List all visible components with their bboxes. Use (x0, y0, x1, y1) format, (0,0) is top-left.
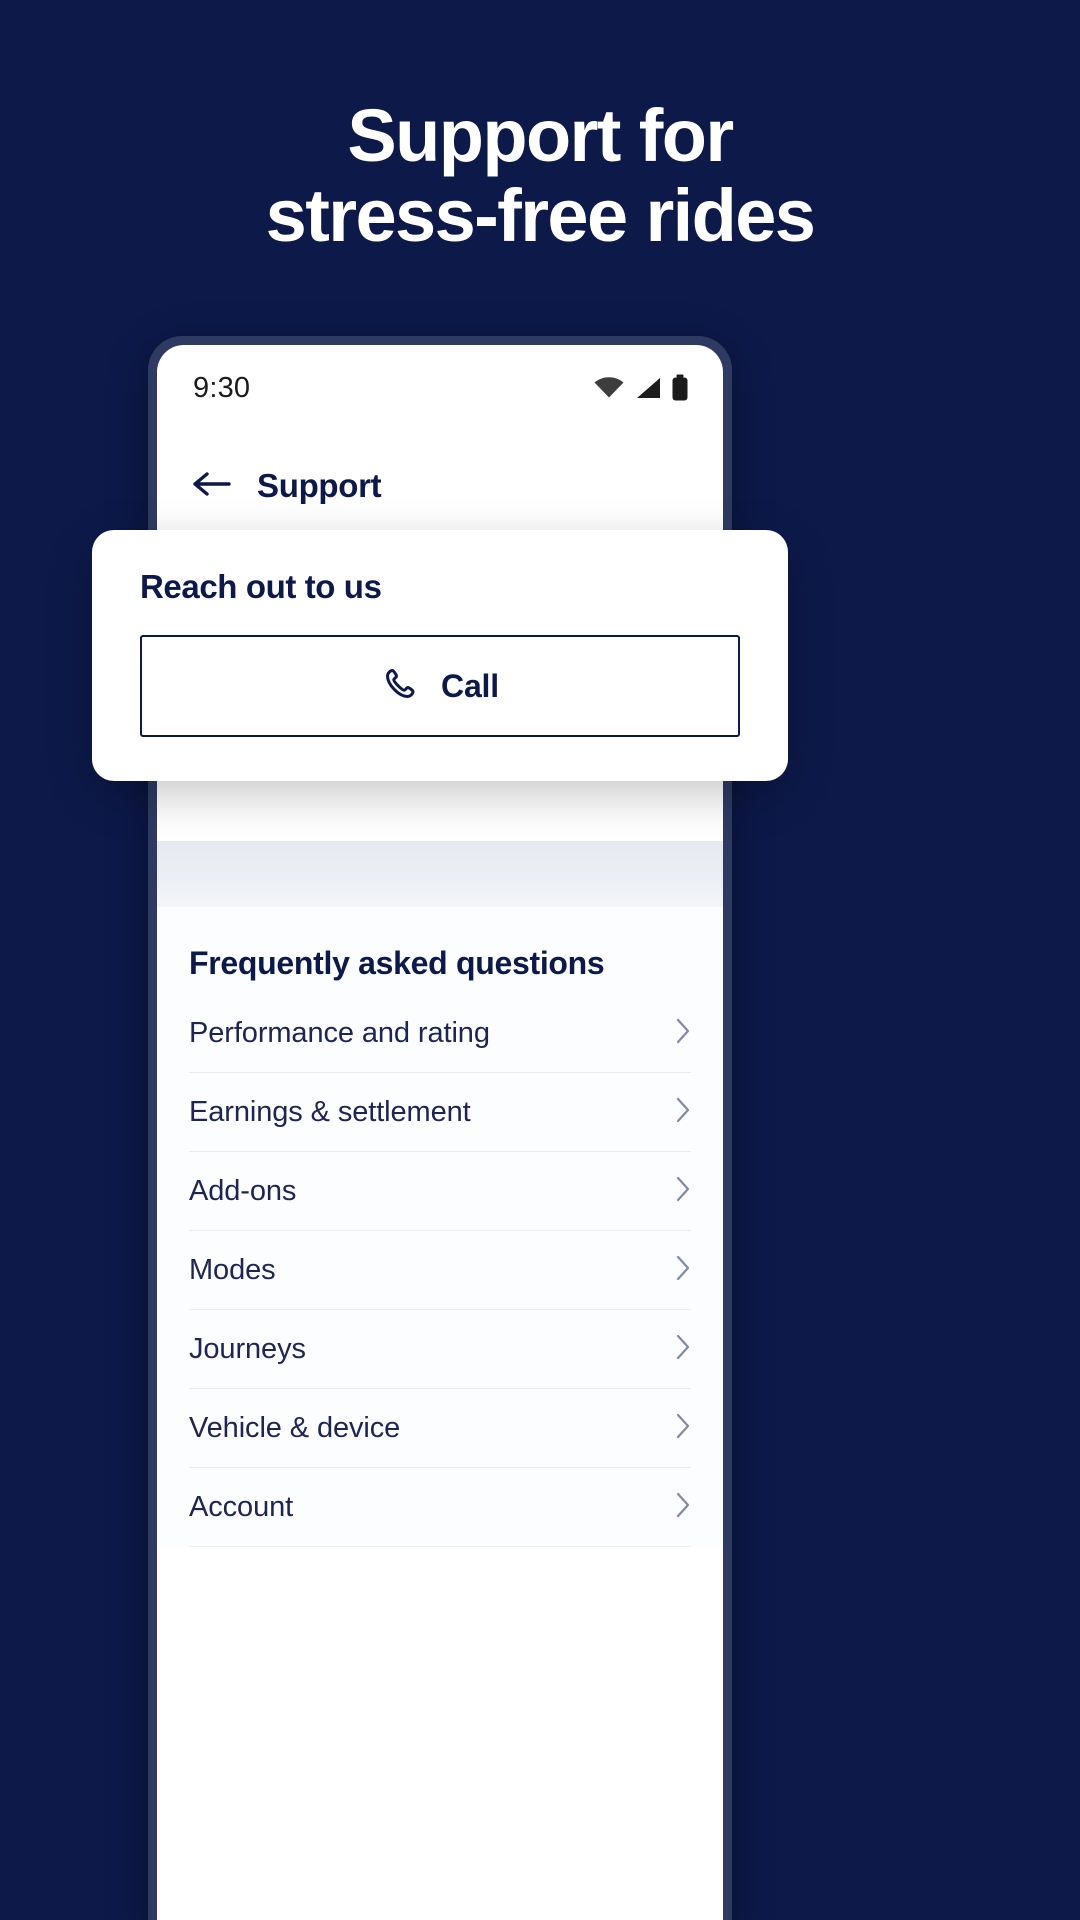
chevron-right-icon (675, 1412, 691, 1445)
cellular-signal-icon (634, 376, 662, 400)
chevron-right-icon (675, 1333, 691, 1366)
faq-item-label: Account (189, 1490, 294, 1523)
faq-list: Performance and rating Earnings & settle… (157, 994, 723, 1547)
app-bar-title: Support (257, 467, 382, 504)
call-button-label: Call (441, 667, 499, 704)
chevron-right-icon (675, 1491, 691, 1524)
faq-item-label: Earnings & settlement (189, 1095, 471, 1128)
faq-item-label: Performance and rating (189, 1016, 490, 1049)
status-bar: 9:30 (157, 345, 723, 431)
phone-icon (381, 665, 419, 708)
faq-title: Frequently asked questions (189, 945, 605, 981)
headline-line-2: stress-free rides (265, 173, 816, 257)
faq-item-add-ons[interactable]: Add-ons (189, 1152, 691, 1231)
status-icons (593, 374, 689, 402)
faq-item-vehicle-and-device[interactable]: Vehicle & device (189, 1389, 691, 1468)
promo-headline: Support for stress-free rides (0, 96, 1080, 256)
call-button[interactable]: Call (140, 635, 740, 737)
faq-item-label: Add-ons (189, 1174, 297, 1207)
promo-screen: Support for stress-free rides 9:30 Suppo… (0, 0, 1080, 1920)
faq-item-earnings-and-settlement[interactable]: Earnings & settlement (189, 1073, 691, 1152)
reach-out-title: Reach out to us (140, 568, 382, 605)
faq-item-label: Modes (189, 1253, 276, 1286)
faq-item-label: Vehicle & device (189, 1411, 401, 1444)
app-bar: Support (157, 431, 723, 541)
faq-item-performance-and-rating[interactable]: Performance and rating (189, 994, 691, 1073)
chevron-right-icon (675, 1017, 691, 1050)
chevron-right-icon (675, 1175, 691, 1208)
chevron-right-icon (675, 1254, 691, 1287)
wifi-icon (593, 376, 625, 400)
battery-icon (671, 374, 689, 402)
back-arrow-icon[interactable] (191, 468, 231, 505)
headline-line-1: Support for (347, 94, 734, 177)
faq-item-modes[interactable]: Modes (189, 1231, 691, 1310)
reach-out-card: Reach out to us Call (92, 530, 788, 781)
faq-item-label: Journeys (189, 1332, 306, 1365)
faq-section: Frequently asked questions Performance a… (157, 907, 723, 1547)
section-separator (157, 841, 723, 907)
faq-item-journeys[interactable]: Journeys (189, 1310, 691, 1389)
faq-item-account[interactable]: Account (189, 1468, 691, 1547)
status-time: 9:30 (193, 371, 251, 404)
chevron-right-icon (675, 1096, 691, 1129)
